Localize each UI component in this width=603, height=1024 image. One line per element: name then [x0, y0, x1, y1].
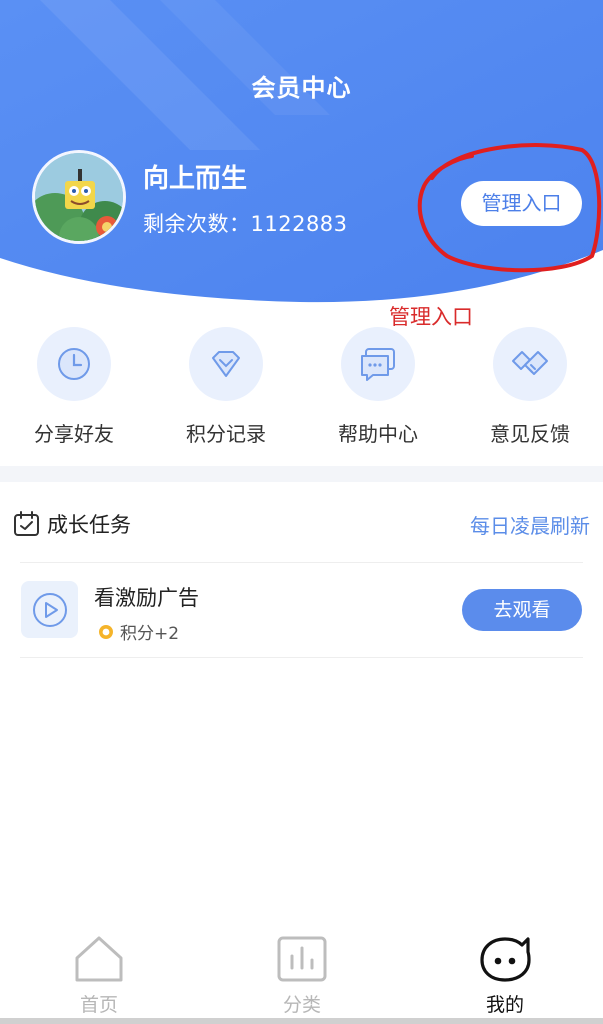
task-points-label: 积分+2 [120, 624, 180, 644]
quick-action-share[interactable]: 分享好友 [4, 327, 144, 447]
tasks-refresh-note: 每日凌晨刷新 [470, 514, 590, 538]
bottom-edge [0, 1018, 603, 1024]
username: 向上而生 [143, 164, 248, 194]
tasks-header: 成长任务 每日凌晨刷新 [0, 482, 603, 562]
home-icon [75, 936, 123, 982]
task-item: 看激励广告 积分+2 去观看 [0, 563, 603, 657]
remaining-value: 1122883 [250, 212, 348, 236]
task-name: 看激励广告 [94, 586, 199, 610]
chat-icon [341, 327, 415, 401]
quick-action-feedback[interactable]: 意见反馈 [460, 327, 600, 447]
coin-icon [99, 624, 113, 639]
quick-action-label: 分享好友 [34, 422, 114, 446]
avatar[interactable] [32, 150, 126, 244]
quick-action-help-center[interactable]: 帮助中心 [308, 327, 448, 447]
page-title: 会员中心 [251, 74, 352, 102]
tasks-title: 成长任务 [47, 513, 131, 537]
nav-item-mine[interactable]: 我的 [445, 934, 565, 1017]
task-points: 积分+2 [98, 619, 179, 644]
divider [20, 657, 583, 658]
diamond-icon [189, 327, 263, 401]
quick-action-label: 积分记录 [186, 422, 266, 446]
nav-item-home[interactable]: 首页 [39, 934, 159, 1017]
chart-icon [277, 936, 327, 982]
quick-action-label: 意见反馈 [490, 422, 570, 446]
face-icon [480, 937, 531, 982]
remaining-label: 剩余次数： [143, 212, 251, 236]
section-divider [0, 466, 603, 482]
handshake-icon [493, 327, 567, 401]
nav-item-category[interactable]: 分类 [242, 934, 362, 1017]
nav-label: 分类 [282, 994, 321, 1016]
quick-action-points-record[interactable]: 积分记录 [156, 327, 296, 447]
watch-ad-button[interactable]: 去观看 [462, 589, 582, 631]
remaining-count: 剩余次数：1122883 [143, 208, 348, 238]
quick-action-label: 帮助中心 [338, 422, 418, 446]
nav-label: 我的 [485, 994, 524, 1016]
nav-label: 首页 [79, 994, 118, 1016]
annotation-circle [417, 143, 602, 273]
clock-icon [37, 327, 111, 401]
play-icon [21, 581, 78, 638]
calendar-icon [14, 511, 39, 536]
avatar-image [35, 153, 123, 241]
bottom-nav: 首页 分类 我的 [0, 920, 603, 1024]
